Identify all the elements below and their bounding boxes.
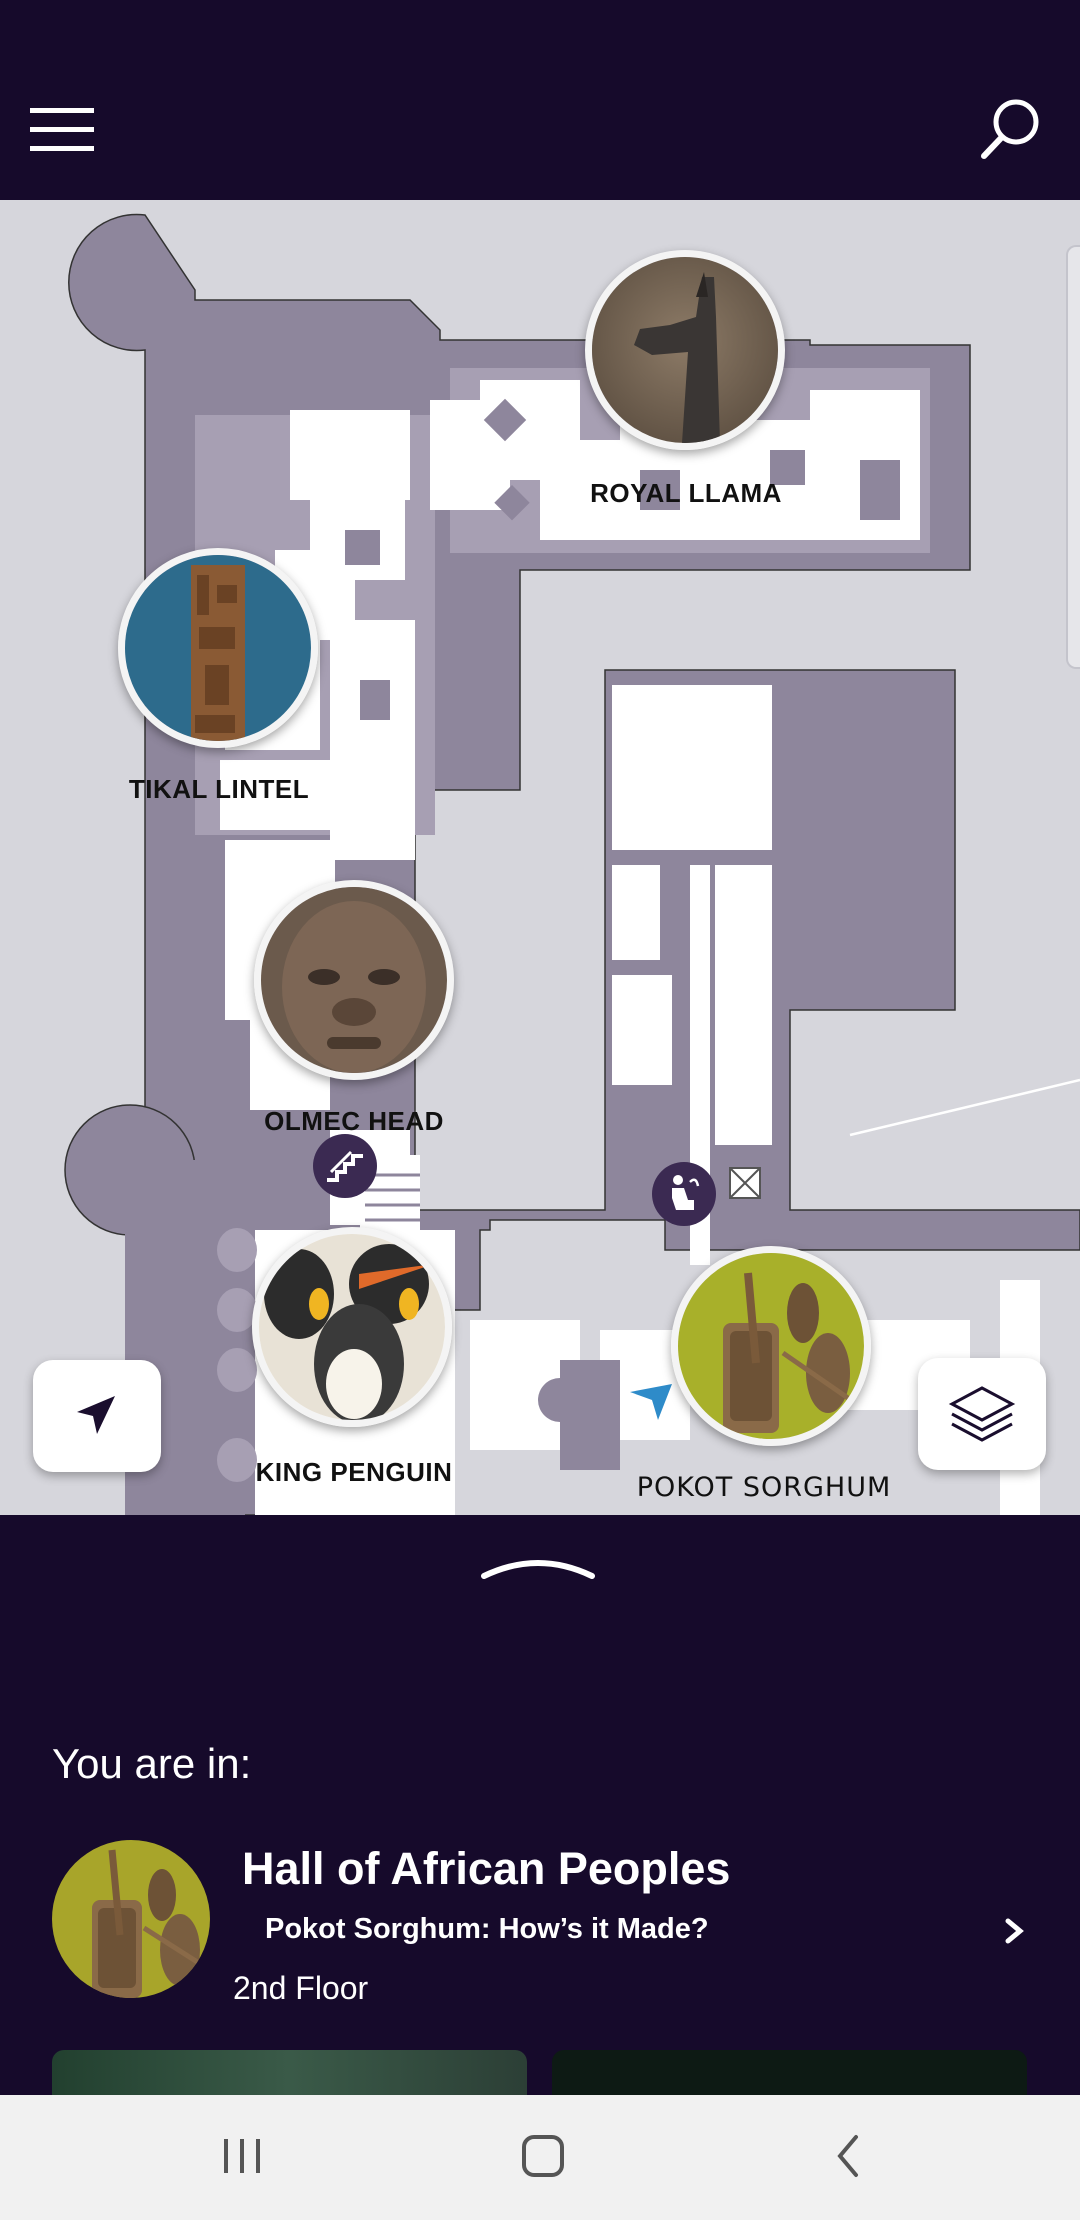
current-location-card[interactable]: Hall of African Peoples Pokot Sorghum: H… [0,1835,1080,2006]
hall-name: Hall of African Peoples [242,1843,731,1894]
recent-apps-icon[interactable] [192,2115,292,2195]
you-are-in-heading: You are in: [52,1740,252,1787]
home-icon[interactable] [494,2115,594,2195]
poi-royal-llama[interactable] [585,250,785,450]
map-layers-button[interactable] [918,1358,1046,1470]
side-drawer-handle[interactable] [1066,245,1080,669]
poi-label-royal-llama: ROYAL LLAMA [590,478,782,508]
location-bottom-sheet: You are in: Hall of African Peoples Poko… [0,1515,1080,2100]
poi-label-tikal-lintel: TIKAL LINTEL [128,774,310,804]
pokot-sorghum-photo [671,1246,871,1446]
back-icon[interactable] [800,2115,900,2195]
exhibit-name: Pokot Sorghum: How’s it Made? [265,1913,709,1945]
exhibit-preview-card[interactable] [52,2050,527,2100]
water-fountain-icon[interactable] [650,1160,718,1228]
hamburger-menu-icon[interactable] [30,100,106,160]
system-navigation-bar [0,2095,1080,2220]
layers-icon [948,1386,1016,1442]
search-icon[interactable] [976,92,1048,164]
poi-king-penguin[interactable] [252,1227,452,1427]
poi-tikal-lintel[interactable] [118,548,318,748]
locate-me-button[interactable] [33,1360,161,1472]
stairs-icon[interactable] [311,1132,379,1200]
navigation-arrow-icon [77,1396,115,1434]
poi-label-olmec-head: OLMEC HEAD [264,1106,444,1136]
royal-llama-photo [585,250,785,450]
app-header [0,0,1080,200]
floor-label: 2nd Floor [233,1970,369,2006]
location-thumbnail [52,1840,210,1998]
sheet-expand-handle-icon[interactable] [478,1550,598,1580]
chevron-right-icon [1000,1913,1030,1949]
floor-plan [64,213,1080,1515]
exhibit-preview-card[interactable] [552,2050,1027,2100]
poi-label-pokot-sorghum: POKOT SORGHUM [636,1472,892,1503]
user-location-arrow-icon [628,1382,674,1422]
poi-label-king-penguin: KING PENGUIN [255,1457,453,1487]
poi-pokot-sorghum[interactable] [671,1246,871,1446]
olmec-head-photo [254,880,454,1080]
king-penguin-photo [252,1227,452,1427]
museum-floor-map[interactable]: ROYAL LLAMA TIKAL LINTEL OLMEC HEAD KING… [0,200,1080,1515]
poi-olmec-head[interactable] [254,880,454,1080]
tikal-lintel-photo [118,548,318,748]
